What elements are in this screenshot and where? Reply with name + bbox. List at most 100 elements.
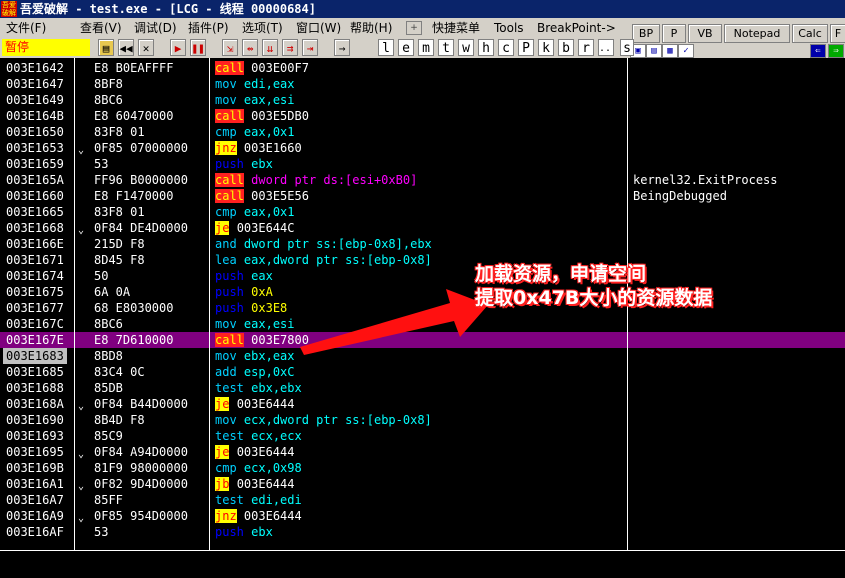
info-pane[interactable] [0, 550, 845, 578]
disasm-row[interactable]: 003E16A1 ⌄ 0F82 9D4D0000 jb 003E6444 [0, 476, 845, 492]
f-button[interactable]: F [830, 24, 845, 43]
modules-window-button[interactable]: e [398, 39, 414, 56]
pause-icon[interactable]: ❚❚ [190, 39, 206, 56]
disasm-row[interactable]: 003E1688 85DB test ebx,ebx [0, 380, 845, 396]
vb-button[interactable]: VB [688, 24, 722, 43]
cpu-window-button[interactable]: c [498, 39, 514, 56]
disasm-row[interactable]: 003E1660 E8 F1470000 call 003E5E56 BeingDeb… [0, 188, 845, 204]
forward-icon[interactable]: ⇒ [828, 44, 844, 58]
menu-tools[interactable]: Tools [494, 18, 524, 38]
row-hex-bytes: 8BC6 [94, 317, 123, 331]
calc-button[interactable]: Calc [792, 24, 828, 43]
row-instruction: mov ebx,eax [215, 348, 295, 364]
row-mnemonic: je [215, 221, 230, 235]
row-address: 003E16AF [6, 525, 64, 539]
disasm-row[interactable]: 003E1647 8BF8 mov edi,eax [0, 76, 845, 92]
row-hex-bytes: E8 60470000 [94, 109, 174, 123]
disasm-row[interactable]: 003E1653 ⌄ 0F85 07000000 jnz 003E1660 [0, 140, 845, 156]
row-address: 003E1674 [6, 269, 64, 283]
trace-over-icon[interactable]: ⇉ [282, 39, 298, 56]
row-operand: eax,0x1 [243, 205, 295, 219]
row-operand: ecx,dword ptr ss:[ebp-0x8] [243, 413, 432, 427]
close-icon[interactable]: ✕ [138, 39, 154, 56]
disasm-row[interactable]: 003E16A7 85FF test edi,edi [0, 492, 845, 508]
execute-till-return-icon[interactable]: ⇥ [302, 39, 318, 56]
row-comment: kernel32.ExitProcess [633, 173, 778, 187]
p-button[interactable]: P [662, 24, 686, 43]
open-icon[interactable]: ▤ [98, 39, 114, 56]
annotation-line-1: 加载资源，申请空间 [475, 263, 647, 285]
menu-options[interactable]: 选项(T) [242, 18, 283, 38]
window-icon[interactable]: ▤ [646, 44, 662, 58]
row-address: 003E166E [6, 237, 64, 251]
run-icon[interactable]: ▶ [170, 39, 186, 56]
disasm-row[interactable]: 003E16A9 ⌄ 0F85 954D0000 jnz 003E6444 [0, 508, 845, 524]
patches-window-button[interactable]: P [518, 39, 534, 56]
disasm-row[interactable]: 003E16AF 53 push ebx [0, 524, 845, 540]
row-operand: ecx,0x98 [243, 461, 302, 475]
step-over-icon[interactable]: ⇴ [242, 39, 258, 56]
menu-help[interactable]: 帮助(H) [350, 18, 392, 38]
log-window-button[interactable]: l [378, 39, 394, 56]
windows-window-button[interactable]: w [458, 39, 474, 56]
references-window-button[interactable]: r [578, 39, 594, 56]
row-mnemonic: je [215, 397, 230, 411]
source-window-button[interactable]: s [620, 39, 634, 56]
step-into-icon[interactable]: ⇲ [222, 39, 238, 56]
row-hex-bytes: 53 [94, 157, 109, 171]
disasm-row[interactable]: 003E1665 83F8 01 cmp eax,0x1 [0, 204, 845, 220]
menu-plugins[interactable]: 插件(P) [188, 18, 229, 38]
annotation-arrow-icon [300, 289, 488, 355]
threads-window-button[interactable]: t [438, 39, 454, 56]
disasm-row[interactable]: 003E1671 8D45 F8 lea eax,dword ptr ss:[ebp… [0, 252, 845, 268]
row-operand: 003E00F7 [251, 61, 309, 75]
disasm-row[interactable]: 003E1649 8BC6 mov eax,esi [0, 92, 845, 108]
row-mnemonic: push [215, 301, 244, 315]
disasm-row[interactable]: 003E1642 E8 B0EAFFFF call 003E00F7 [0, 60, 845, 76]
breakpoints-window-button[interactable]: b [558, 39, 574, 56]
row-hex-bytes: 68 E8030000 [94, 301, 174, 315]
disasm-row[interactable]: 003E1695 ⌄ 0F84 A94D0000 je 003E6444 [0, 444, 845, 460]
disasm-row[interactable]: 003E1659 53 push ebx [0, 156, 845, 172]
handles-window-button[interactable]: h [478, 39, 494, 56]
run-trace-button[interactable]: ... [598, 39, 614, 56]
disasm-row[interactable]: 003E165A FF96 B0000000 call dword ptr ds:[… [0, 172, 845, 188]
notepad-button[interactable]: Notepad [724, 24, 790, 43]
disasm-row[interactable]: 003E1685 83C4 0C add esp,0xC [0, 364, 845, 380]
menu-breakpoint[interactable]: BreakPoint-> [537, 18, 616, 38]
row-mnemonic: jnz [215, 141, 237, 155]
menu-file[interactable]: 文件(F) [6, 18, 46, 38]
menu-shortcut[interactable]: 快捷菜单 [432, 18, 480, 38]
row-hex-bytes: 83C4 0C [94, 365, 145, 379]
row-instruction: je 003E6444 [215, 396, 294, 412]
row-address: 003E16A7 [6, 493, 64, 507]
memory-window-button[interactable]: m [418, 39, 434, 56]
goto-icon[interactable]: → [334, 39, 350, 56]
disasm-row[interactable]: 003E168A ⌄ 0F84 B44D0000 je 003E6444 [0, 396, 845, 412]
disasm-row[interactable]: 003E1650 83F8 01 cmp eax,0x1 [0, 124, 845, 140]
row-address: 003E1659 [6, 157, 64, 171]
row-address: 003E1693 [6, 429, 64, 443]
check-icon[interactable]: ✓ [678, 44, 694, 58]
restart-icon[interactable]: ◀◀ [118, 39, 134, 56]
disasm-row[interactable]: 003E169B 81F9 98000000 cmp ecx,0x98 [0, 460, 845, 476]
row-address: 003E1647 [6, 77, 64, 91]
pin-icon[interactable]: + [406, 21, 422, 35]
row-instruction: push eax [215, 268, 273, 284]
disasm-row[interactable]: 003E1693 85C9 test ecx,ecx [0, 428, 845, 444]
disasm-row[interactable]: 003E166E 215D F8 and dword ptr ss:[ebp-0x8… [0, 236, 845, 252]
disasm-row[interactable]: 003E1668 ⌄ 0F84 DE4D0000 je 003E644C [0, 220, 845, 236]
menu-debug[interactable]: 调试(D) [134, 18, 177, 38]
bp-button[interactable]: BP [632, 24, 660, 43]
disasm-row[interactable]: 003E1690 8B4D F8 mov ecx,dword ptr ss:[ebp… [0, 412, 845, 428]
trace-into-icon[interactable]: ⇊ [262, 39, 278, 56]
call-stack-button[interactable]: k [538, 39, 554, 56]
row-mnemonic: test [215, 429, 244, 443]
disasm-row[interactable]: 003E164B E8 60470000 call 003E5DB0 [0, 108, 845, 124]
back-icon[interactable]: ⇐ [810, 44, 826, 58]
folder-icon[interactable]: ▦ [662, 44, 678, 58]
row-operand: ebx,ebx [251, 381, 302, 395]
menu-window[interactable]: 窗口(W) [296, 18, 341, 38]
row-instruction: je 003E6444 [215, 444, 294, 460]
menu-view[interactable]: 查看(V) [80, 18, 122, 38]
